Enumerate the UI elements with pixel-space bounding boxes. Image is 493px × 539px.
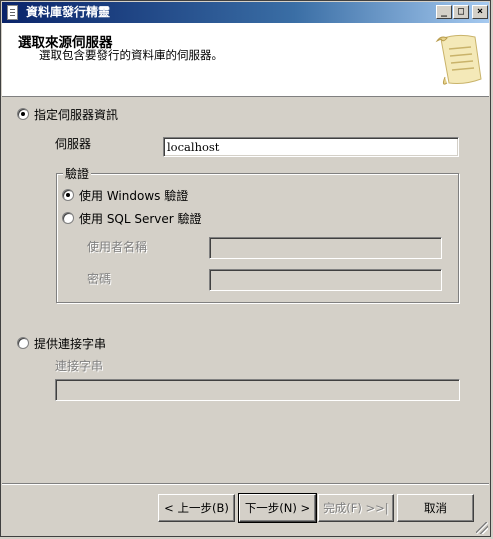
connection-string-label: 連接字串 [55, 359, 104, 373]
password-input[interactable] [209, 269, 442, 291]
wizard-window: 資料庫發行精靈 _ □ × 選取來源伺服器 選取包含要發行的資料庫的伺服器。 指… [0, 0, 491, 537]
specify-server-label[interactable]: 指定伺服器資訊 [34, 106, 118, 123]
header-panel: 選取來源伺服器 選取包含要發行的資料庫的伺服器。 [2, 23, 489, 97]
auth-legend: 驗證 [63, 165, 92, 182]
server-input[interactable]: localhost [163, 137, 459, 157]
cancel-button[interactable]: 取消 [397, 494, 474, 522]
back-button[interactable]: < 上一步(B) [158, 494, 235, 522]
minimize-button[interactable]: _ [436, 5, 452, 19]
maximize-button[interactable]: □ [453, 5, 469, 19]
footer-divider [2, 483, 489, 485]
connection-string-radio[interactable] [17, 337, 29, 349]
close-button[interactable]: × [472, 5, 488, 19]
specify-server-radio[interactable] [17, 108, 29, 120]
windows-auth-label[interactable]: 使用 Windows 驗證 [79, 187, 188, 204]
connection-string-option-label[interactable]: 提供連接字串 [34, 335, 106, 352]
next-button[interactable]: 下一步(N) > [238, 493, 317, 523]
password-label: 密碼 [87, 272, 112, 286]
title-bar[interactable]: 資料庫發行精靈 _ □ × [2, 2, 489, 23]
username-label: 使用者名稱 [87, 240, 148, 254]
finish-button[interactable]: 完成(F) >>| [318, 494, 394, 522]
resize-grip[interactable] [476, 522, 488, 534]
page-subtitle: 選取包含要發行的資料庫的伺服器。 [39, 48, 223, 62]
app-icon [7, 5, 18, 20]
windows-auth-radio[interactable] [62, 189, 74, 201]
server-label: 伺服器 [55, 137, 92, 151]
scroll-icon [435, 34, 482, 85]
username-input[interactable] [209, 237, 442, 259]
sql-auth-label[interactable]: 使用 SQL Server 驗證 [79, 210, 202, 227]
sql-auth-radio[interactable] [62, 212, 74, 224]
connection-string-input[interactable] [55, 379, 460, 401]
window-title: 資料庫發行精靈 [26, 5, 111, 19]
